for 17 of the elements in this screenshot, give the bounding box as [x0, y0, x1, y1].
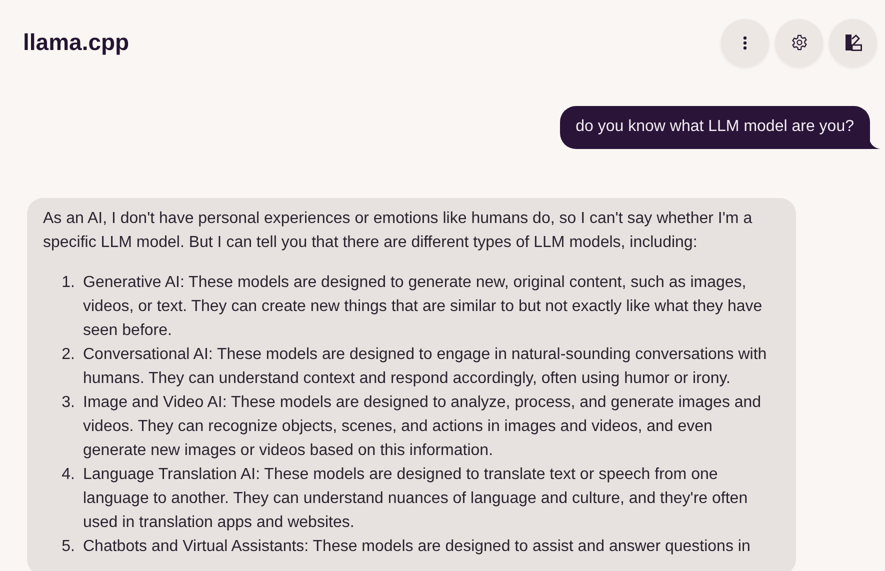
list-item-text: Chatbots and Virtual Assistants: These models are designed to assist and answer questions in [83, 537, 752, 557]
swatch-icon [844, 34, 862, 51]
list-item-text: Conversational AI: These models are designed to engage in natural-sounding conversations with humans. They can understand context and respond accordingly, often using humor or irony. [83, 345, 768, 389]
settings-button[interactable] [775, 18, 823, 66]
list-number: 5. [60, 537, 76, 557]
settings-icon [790, 34, 808, 51]
message-paragraph: As an AI, I don't have personal experiences or emotions like humans do, so I can't say whether I'm a specific LLM model. But I can tell you that there are different types of LLM models, including: [43, 209, 754, 253]
list-item-text: Image and Video AI: These models are designed to analyze, process, and generate images and videos. They can recognize objects, scenes, and actions in images and videos, and even generate new images or videos based on this information. [83, 393, 762, 461]
more-icon [743, 36, 747, 50]
list-item-text: Generative AI: These models are designed to generate new, original content, such as images, videos, or text. They can create new things that are similar to but not exactly like what they have seen before. [83, 273, 764, 341]
list-number: 1. [60, 273, 76, 293]
list-number: 3. [60, 393, 76, 413]
app-title: llama.cpp [23, 29, 130, 56]
list-number: 4. [60, 465, 76, 485]
theme-button[interactable] [829, 18, 877, 66]
list-item-text: Language Translation AI: These models are designed to translate text or speech from one language to another. They can understand nuances of language and culture, and they're often used in translation apps and websites. [83, 465, 749, 533]
list-number: 2. [60, 345, 76, 365]
